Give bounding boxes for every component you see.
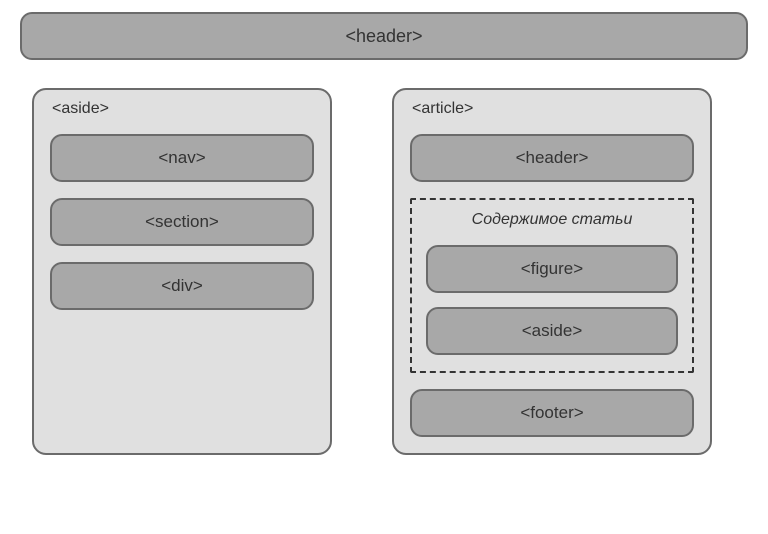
- figure-block: <figure>: [426, 245, 678, 293]
- columns-wrapper: <aside> <nav> <section> <div> <article> …: [20, 88, 748, 455]
- section-label: <section>: [145, 212, 219, 232]
- nav-block: <nav>: [50, 134, 314, 182]
- article-header-label: <header>: [516, 148, 589, 168]
- aside-label: <aside>: [50, 100, 314, 118]
- figure-label: <figure>: [521, 259, 583, 279]
- footer-label: <footer>: [520, 403, 583, 423]
- div-label: <div>: [161, 276, 203, 296]
- page-header-label: <header>: [345, 26, 422, 47]
- page-header-block: <header>: [20, 12, 748, 60]
- footer-block: <footer>: [410, 389, 694, 437]
- article-content-title: Содержимое статьи: [426, 210, 678, 231]
- aside-inner-label: <aside>: [522, 321, 583, 341]
- section-block: <section>: [50, 198, 314, 246]
- article-container: <article> <header> Содержимое статьи <fi…: [392, 88, 712, 455]
- div-block: <div>: [50, 262, 314, 310]
- nav-label: <nav>: [158, 148, 205, 168]
- article-header-block: <header>: [410, 134, 694, 182]
- article-label: <article>: [410, 100, 694, 118]
- aside-inner-block: <aside>: [426, 307, 678, 355]
- aside-container: <aside> <nav> <section> <div>: [32, 88, 332, 455]
- article-content-box: Содержимое статьи <figure> <aside>: [410, 198, 694, 373]
